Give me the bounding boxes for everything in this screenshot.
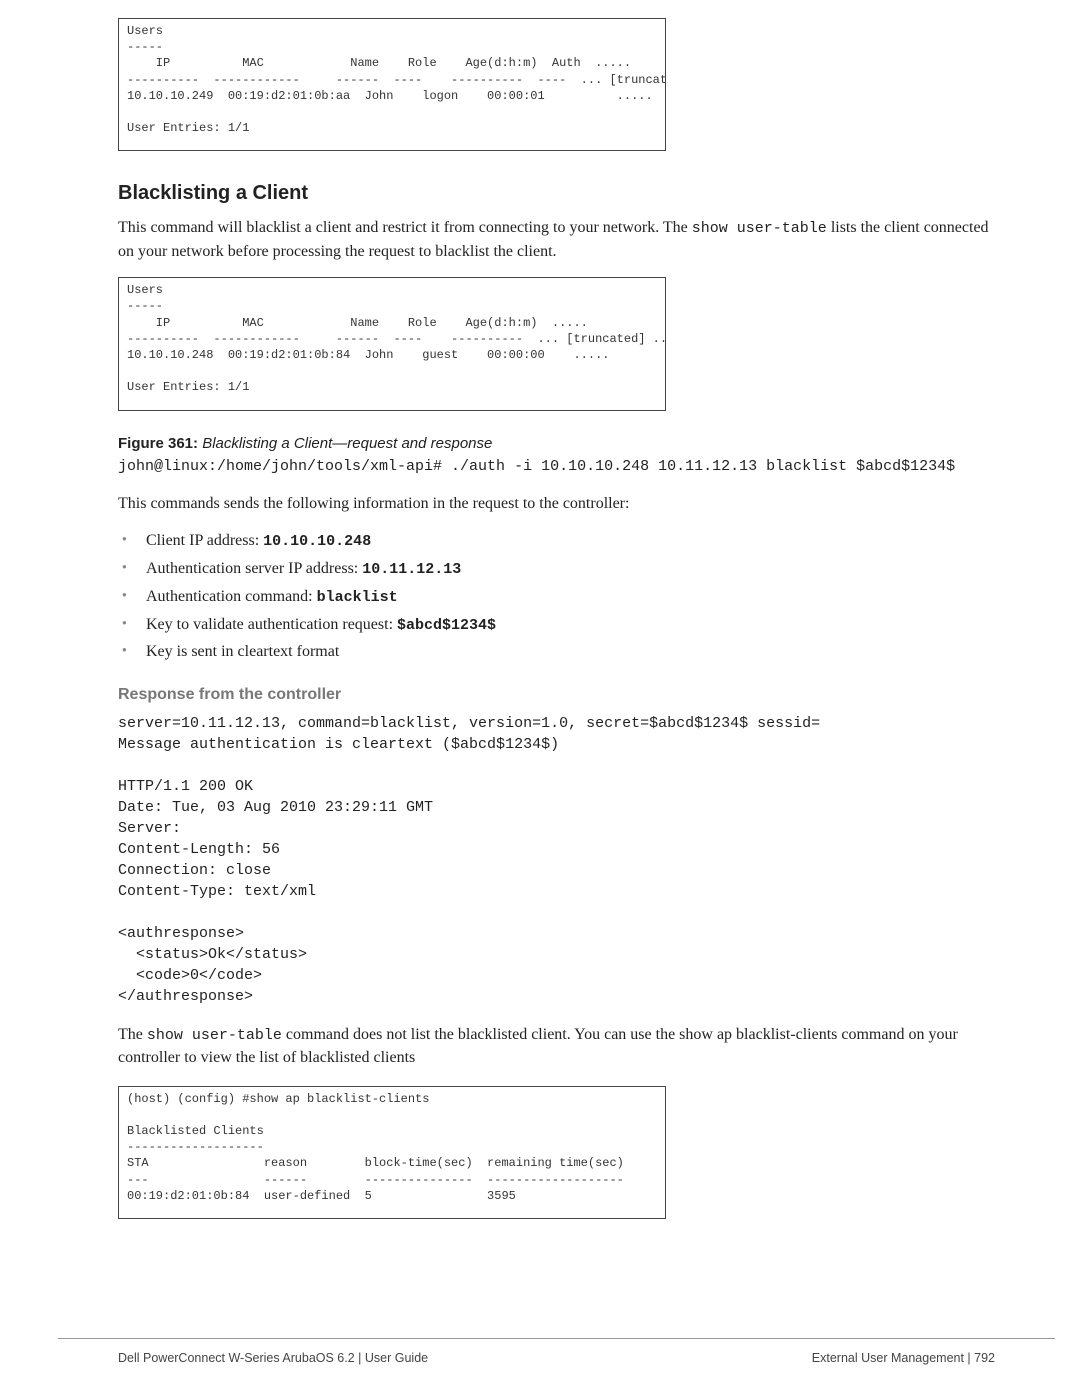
list-item: Authentication server IP address: 10.11.… [118, 557, 995, 581]
list-item-text: Key to validate authentication request: [146, 616, 397, 633]
footer-right: External User Management | 792 [812, 1349, 995, 1367]
list-item-code: $abcd$1234$ [397, 617, 496, 634]
terminal-box-3: (host) (config) #show ap blacklist-clien… [118, 1086, 666, 1219]
inline-code-show-user-table-1: show user-table [692, 220, 827, 237]
after-response-paragraph: The show user-table command does not lis… [118, 1023, 995, 1070]
after-response-a: The [118, 1026, 147, 1043]
page-footer: Dell PowerConnect W-Series ArubaOS 6.2 |… [58, 1338, 1055, 1367]
intro-paragraph: This command will blacklist a client and… [118, 216, 995, 263]
list-item-code: 10.10.10.248 [263, 533, 371, 550]
figure-label: Figure 361: [118, 435, 198, 452]
section-heading-blacklisting: Blacklisting a Client [118, 179, 995, 208]
response-heading: Response from the controller [118, 683, 995, 706]
intro-text-a: This command will blacklist a client and… [118, 219, 692, 236]
list-item-text: Authentication server IP address: [146, 560, 362, 577]
list-item-code: 10.11.12.13 [362, 561, 461, 578]
figure-caption: Figure 361: Blacklisting a Client—reques… [118, 433, 995, 455]
list-item-text: Key is sent in cleartext format [146, 643, 339, 660]
command-line: john@linux:/home/john/tools/xml-api# ./a… [118, 456, 995, 478]
figure-title: Blacklisting a Client—request and respon… [202, 435, 492, 452]
request-info-list: Client IP address: 10.10.10.248 Authenti… [118, 529, 995, 663]
list-item-text: Client IP address: [146, 532, 263, 549]
list-item-text: Authentication command: [146, 588, 317, 605]
sends-paragraph: This commands sends the following inform… [118, 492, 995, 515]
list-item: Key is sent in cleartext format [118, 640, 995, 663]
terminal-box-1: Users ----- IP MAC Name Role Age(d:h:m) … [118, 18, 666, 151]
footer-left: Dell PowerConnect W-Series ArubaOS 6.2 |… [118, 1349, 428, 1367]
list-item: Authentication command: blacklist [118, 585, 995, 609]
terminal-box-2: Users ----- IP MAC Name Role Age(d:h:m) … [118, 277, 666, 410]
list-item-code: blacklist [317, 589, 398, 606]
inline-code-show-user-table-2: show user-table [147, 1027, 282, 1044]
list-item: Client IP address: 10.10.10.248 [118, 529, 995, 553]
response-block: server=10.11.12.13, command=blacklist, v… [118, 713, 995, 1007]
list-item: Key to validate authentication request: … [118, 613, 995, 637]
